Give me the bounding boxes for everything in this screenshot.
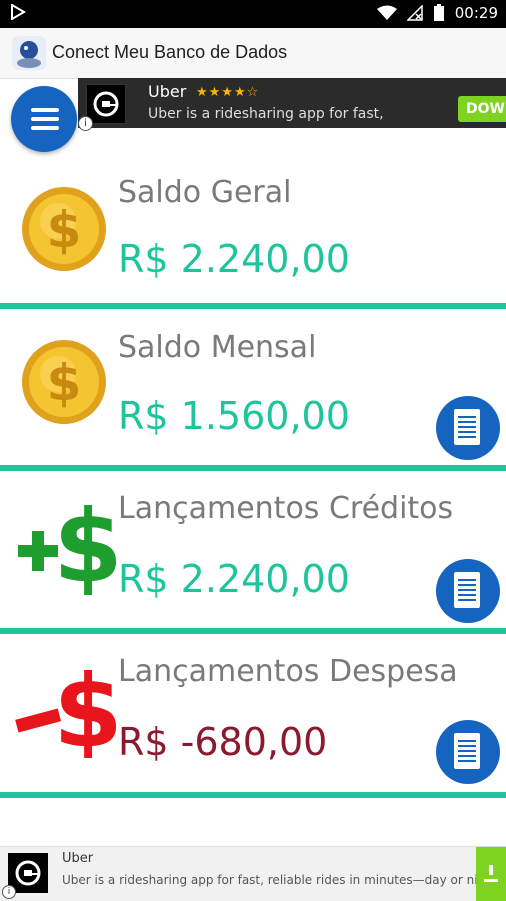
ad-download-button[interactable]: DOWN (458, 96, 506, 122)
ad-brand: Uber (148, 82, 187, 101)
wifi-icon (376, 5, 397, 20)
status-bar: 00:29 (0, 0, 506, 28)
card-value: R$ 1.560,00 (118, 394, 350, 438)
card-saldo-geral[interactable]: $ Saldo Geral R$ 2.240,00 (0, 155, 506, 310)
details-button[interactable] (436, 720, 500, 784)
top-ad-banner[interactable]: Uber ★★★★☆ Uber is a ridesharing app for… (78, 78, 506, 128)
document-icon (454, 409, 480, 445)
svg-text:$: $ (47, 354, 82, 412)
card-title: Saldo Mensal (118, 330, 317, 365)
ad-description: Uber is a ridesharing app for fast, (148, 106, 384, 122)
ad-info-icon[interactable]: i (2, 885, 16, 899)
svg-text:$: $ (47, 201, 82, 259)
document-icon (454, 733, 480, 769)
details-button[interactable] (436, 396, 500, 460)
details-button[interactable] (436, 559, 500, 623)
ad-info-icon[interactable]: i (78, 116, 93, 131)
download-icon (484, 865, 498, 882)
status-time: 00:29 (454, 4, 498, 22)
plus-dollar-icon: $ (18, 491, 118, 595)
divider (0, 303, 506, 309)
app-title: Conect Meu Banco de Dados (52, 42, 288, 62)
bottom-ad-banner[interactable]: Uber Uber is a ridesharing app for fast,… (0, 846, 506, 901)
battery-icon (433, 4, 444, 21)
ad-install-button[interactable] (476, 847, 506, 901)
card-title: Saldo Geral (118, 175, 292, 210)
svg-text:$: $ (53, 654, 118, 758)
card-lancamentos-creditos[interactable]: $ Lançamentos Créditos R$ 2.240,00 (0, 471, 506, 626)
no-signal-icon (406, 5, 423, 21)
ad-description: Uber is a ridesharing app for fast, reli… (62, 873, 497, 887)
divider (0, 792, 506, 798)
menu-button[interactable] (11, 86, 77, 152)
coin-icon: $ (22, 340, 106, 424)
coin-icon: $ (22, 187, 106, 271)
ad-rating-stars: ★★★★☆ (196, 85, 260, 100)
app-title-bar: Conect Meu Banco de Dados (0, 28, 506, 79)
uber-logo-icon (86, 84, 126, 124)
card-value: R$ 2.240,00 (118, 557, 350, 601)
card-value: R$ -680,00 (118, 720, 328, 764)
card-title: Lançamentos Créditos (118, 491, 454, 526)
card-saldo-mensal[interactable]: $ Saldo Mensal R$ 1.560,00 (0, 310, 506, 465)
document-icon (454, 572, 480, 608)
app-logo-icon (12, 36, 46, 70)
minus-dollar-icon: $ (15, 654, 118, 758)
ad-brand: Uber (62, 851, 94, 866)
svg-text:$: $ (53, 491, 118, 595)
play-store-notification-icon (10, 4, 26, 20)
card-value: R$ 2.240,00 (118, 237, 350, 281)
card-lancamentos-despesa[interactable]: $ Lançamentos Despesa R$ -680,00 (0, 634, 506, 789)
card-title: Lançamentos Despesa (118, 654, 458, 689)
hamburger-icon (31, 108, 59, 112)
